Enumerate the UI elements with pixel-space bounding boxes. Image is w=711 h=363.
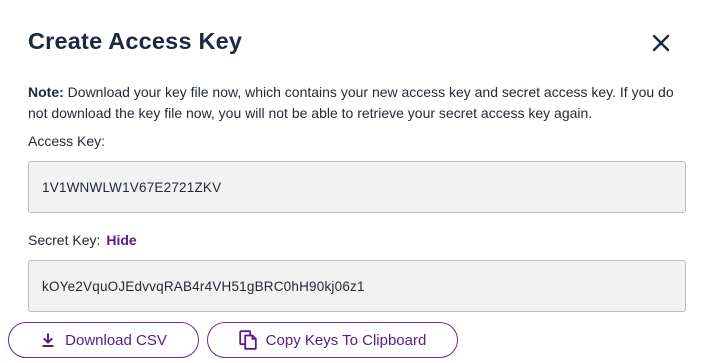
secret-key-value: kOYe2VquOJEdvvqRAB4r4VH51gBRC0hH90kj06z1 <box>42 278 365 294</box>
access-key-field[interactable]: 1V1WNWLW1V67E2721ZKV <box>28 161 686 213</box>
note-label: Note: <box>28 84 64 100</box>
create-access-key-dialog: Create Access Key Note: Download your ke… <box>0 0 711 363</box>
download-icon <box>40 332 56 348</box>
hide-secret-key-link[interactable]: Hide <box>106 232 136 248</box>
secret-key-field[interactable]: kOYe2VquOJEdvvqRAB4r4VH51gBRC0hH90kj06z1 <box>28 260 686 312</box>
secret-key-label: Secret Key: Hide <box>28 232 137 248</box>
note-text: Download your key file now, which contai… <box>28 84 674 121</box>
access-key-label: Access Key: <box>28 133 105 149</box>
copy-icon <box>238 330 257 350</box>
download-csv-button[interactable]: Download CSV <box>8 322 199 358</box>
close-button[interactable] <box>645 27 677 59</box>
access-key-value: 1V1WNWLW1V67E2721ZKV <box>42 179 222 195</box>
secret-key-label-text: Secret Key: <box>28 232 101 248</box>
copy-keys-button[interactable]: Copy Keys To Clipboard <box>207 322 458 358</box>
note-message: Note: Download your key file now, which … <box>28 82 678 124</box>
dialog-title: Create Access Key <box>28 28 243 54</box>
copy-keys-label: Copy Keys To Clipboard <box>265 331 427 349</box>
access-key-label-text: Access Key: <box>28 133 106 149</box>
close-icon <box>651 33 671 53</box>
download-csv-label: Download CSV <box>65 331 167 349</box>
